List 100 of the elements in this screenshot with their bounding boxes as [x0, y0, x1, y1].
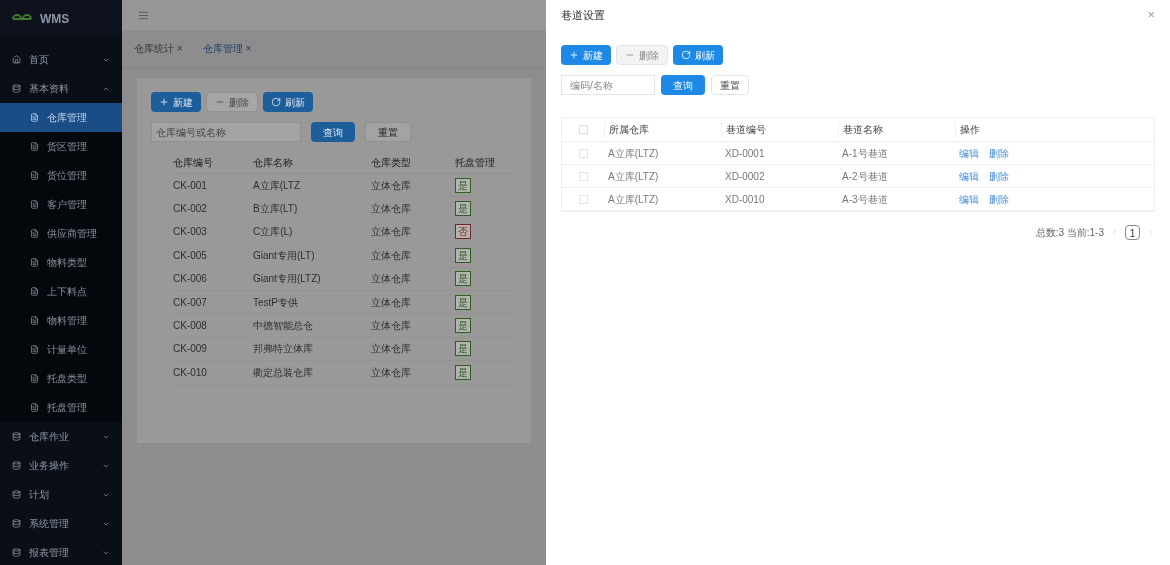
page-tab[interactable]: 仓库统计 ×: [134, 41, 183, 56]
table-cell-text: A立库(LTZ): [607, 146, 660, 161]
menu-item[interactable]: 首页: [0, 45, 122, 74]
status-tag: 是: [455, 341, 471, 357]
status-tag: 是: [455, 294, 471, 310]
app-logo-text: WMS: [40, 10, 70, 28]
refresh-icon: [681, 50, 691, 60]
status-tag: 是: [455, 271, 471, 287]
submenu-item[interactable]: 客户管理: [0, 190, 122, 219]
document-icon: [30, 200, 39, 209]
drawer-title: 巷道设置: [561, 7, 605, 23]
submenu-item[interactable]: 计量单位: [0, 335, 122, 364]
menu-item[interactable]: 报表管理: [0, 538, 122, 565]
document-icon: [30, 171, 39, 180]
edit-link[interactable]: 编辑: [959, 191, 979, 207]
submenu-item[interactable]: 托盘管理: [0, 393, 122, 422]
menu-item[interactable]: 计划: [0, 480, 122, 509]
search-field[interactable]: 仓库编号或名称: [151, 122, 301, 142]
table-cell-text: A-2号巷道: [841, 169, 889, 184]
table-cell-text: XD-0010: [724, 192, 766, 207]
menu-icon[interactable]: [138, 9, 149, 21]
table-cell-text: CK-001: [173, 178, 208, 193]
column-header: 仓库名称: [253, 156, 294, 170]
submenu-item[interactable]: 托盘类型: [0, 364, 122, 393]
table-cell-text: A-3号巷道: [841, 192, 889, 207]
document-icon: [30, 142, 39, 151]
table-cell-text: 立体仓库: [371, 365, 412, 380]
menu-item[interactable]: 基本资料: [0, 74, 122, 103]
status-tag: 是: [455, 364, 471, 380]
checkbox[interactable]: [579, 171, 588, 181]
table-cell-text: 立体仓库: [371, 295, 412, 310]
submenu-item[interactable]: 仓库管理: [0, 103, 122, 132]
table-cell-text: CK-006: [173, 272, 208, 287]
previous-page-icon[interactable]: [1110, 228, 1119, 237]
table-cell-text: Giant专用(LT): [253, 248, 316, 263]
table-cell-text: CK-008: [173, 319, 208, 334]
submenu-item[interactable]: 货位管理: [0, 161, 122, 190]
table-cell-text: A-1号巷道: [841, 146, 889, 161]
pagination-summary: 总数:3 当前:1-3: [1035, 226, 1104, 240]
delete-link[interactable]: 删除: [989, 191, 1009, 207]
column-header: 操作: [955, 122, 1154, 137]
menu-item[interactable]: 系统管理: [0, 509, 122, 538]
table-cell-text: XD-0001: [724, 146, 766, 161]
reset-button[interactable]: 重置: [711, 75, 749, 95]
table-cell-text: 立体仓库: [371, 202, 412, 217]
table-cell-text: CK-003: [173, 225, 208, 240]
query-button[interactable]: 查询: [661, 75, 705, 95]
column-header: 巷道名称: [838, 122, 955, 137]
query-button[interactable]: 查询: [311, 122, 355, 142]
table-cell-text: 立体仓库: [371, 225, 412, 240]
table-cell-text: TestP专供: [253, 295, 299, 310]
new-button[interactable]: 新建: [561, 45, 611, 65]
submenu-item[interactable]: 上下料点: [0, 277, 122, 306]
column-header: 所属仓库: [604, 122, 721, 137]
plus-icon: [569, 50, 579, 60]
new-button[interactable]: 新建: [151, 92, 201, 112]
status-tag: 是: [455, 318, 471, 334]
document-icon: [30, 287, 39, 296]
submenu-item[interactable]: 物料类型: [0, 248, 122, 277]
table-cell-text: 立体仓库: [371, 342, 412, 357]
edit-link[interactable]: 编辑: [959, 168, 979, 184]
document-icon: [30, 229, 39, 238]
menu-item[interactable]: 业务操作: [0, 451, 122, 480]
status-tag: 是: [455, 201, 471, 217]
home-icon: [12, 55, 21, 64]
table-cell-text: XD-0002: [724, 169, 766, 184]
table-cell-text: CK-007: [173, 295, 208, 310]
column-header: 仓库类型: [371, 156, 412, 170]
table-cell-text: 立体仓库: [371, 272, 412, 287]
column-header: 巷道编号: [721, 122, 838, 137]
page-number[interactable]: 1: [1125, 225, 1140, 240]
status-tag: 是: [455, 177, 471, 193]
menu-item[interactable]: 仓库作业: [0, 422, 122, 451]
table-cell-text: 立体仓库: [371, 178, 412, 193]
delete-link[interactable]: 删除: [989, 145, 1009, 161]
delete-link[interactable]: 删除: [989, 168, 1009, 184]
checkbox[interactable]: [579, 148, 588, 158]
table-cell-text: B立库(LT): [253, 202, 299, 217]
submenu-item[interactable]: 货区管理: [0, 132, 122, 161]
edit-link[interactable]: 编辑: [959, 145, 979, 161]
table-cell-text: 立体仓库: [371, 248, 412, 263]
table-cell-text: CK-010: [173, 365, 208, 380]
table-cell-text: A立库(LTZ: [253, 178, 302, 193]
next-page-icon[interactable]: [1146, 228, 1155, 237]
submenu-item[interactable]: 物料管理: [0, 306, 122, 335]
table-cell-text: A立库(LTZ): [607, 169, 660, 184]
table-cell-text: 邦弗特立体库: [253, 342, 314, 357]
reset-button[interactable]: 重置: [365, 122, 411, 142]
status-tag: 否: [455, 224, 471, 240]
document-icon: [30, 258, 39, 267]
checkbox[interactable]: [579, 194, 588, 204]
checkbox[interactable]: [579, 125, 588, 134]
document-icon: [30, 403, 39, 412]
column-header: 托盘管理: [455, 156, 496, 170]
status-tag: 是: [455, 247, 471, 263]
table-cell-text: CK-002: [173, 202, 208, 217]
refresh-button[interactable]: 刷新: [263, 92, 313, 112]
submenu-item[interactable]: 供应商管理: [0, 219, 122, 248]
refresh-button[interactable]: 刷新: [673, 45, 723, 65]
column-header: 仓库编号: [173, 156, 214, 170]
